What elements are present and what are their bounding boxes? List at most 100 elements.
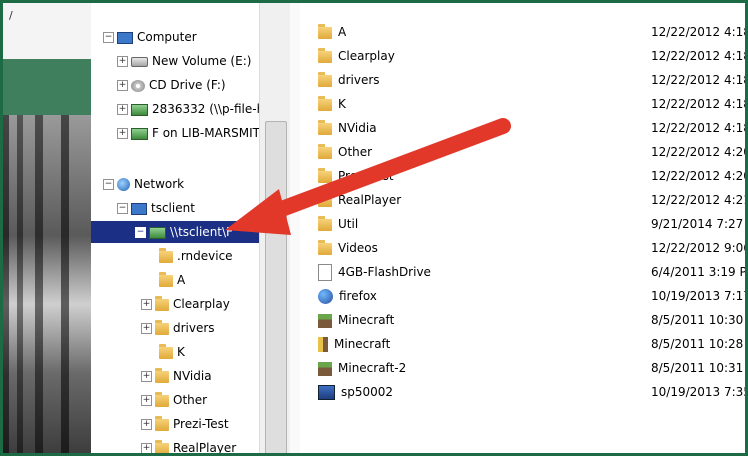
tree-item-tsclient-f-selected[interactable]: − \\tsclient\F [91, 221, 259, 243]
folder-icon [318, 167, 332, 183]
file-row[interactable]: drivers 12/22/2012 4:18 [300, 68, 748, 92]
tree-item-child[interactable]: + drivers [141, 317, 215, 339]
green-band [3, 59, 91, 115]
expand-icon[interactable]: + [141, 371, 152, 382]
tree-item-child[interactable]: A [159, 269, 185, 291]
expand-icon[interactable]: + [117, 56, 128, 67]
file-row[interactable]: firefox 10/19/2013 7:17 [300, 284, 745, 308]
file-name-cell[interactable]: 4GB-FlashDrive [318, 260, 431, 284]
screenshot-frame: / − Computer + New Volume (E:) + CD Drive (… [0, 0, 748, 456]
file-row[interactable]: A 12/22/2012 4:18 [300, 20, 745, 44]
file-name: drivers [338, 73, 380, 87]
date-modified-cell: 12/22/2012 4:18 [651, 73, 748, 87]
tree-item-cd-drive[interactable]: + CD Drive (F:) [117, 74, 226, 96]
firefox-shortcut-icon [318, 289, 333, 304]
file-name-cell[interactable]: sp50002 [318, 380, 393, 404]
expand-icon[interactable]: + [117, 128, 128, 139]
file-row[interactable]: K 12/22/2012 4:18 [300, 92, 745, 116]
collapse-icon[interactable]: − [103, 32, 114, 43]
file-row[interactable]: Minecraft 8/5/2011 10:30 A [300, 308, 745, 332]
network-drive-icon [131, 127, 148, 140]
file-row[interactable]: Minecraft-2 8/5/2011 10:31 A [300, 356, 745, 380]
tree-item-child[interactable]: + Prezi-Test [141, 413, 229, 435]
file-name: firefox [339, 289, 377, 303]
file-name-cell[interactable]: NVidia [318, 116, 377, 140]
file-name-cell[interactable]: Videos [318, 236, 378, 260]
file-row[interactable]: RealPlayer 12/22/2012 4:21 [300, 188, 745, 212]
navigation-tree[interactable]: − Computer + New Volume (E:) + CD Drive (F:… [91, 3, 259, 453]
date-modified-cell: 12/22/2012 4:20 [651, 145, 748, 159]
file-name-cell[interactable]: Minecraft [318, 308, 394, 332]
file-list[interactable]: A 12/22/2012 4:18 Clearplay 12/22/2012 4:18… [300, 3, 748, 453]
tree-item-label: Computer [137, 30, 197, 44]
folder-icon [155, 319, 169, 335]
tree-item-child[interactable]: + RealPlayer [141, 437, 236, 453]
pane-splitter[interactable] [290, 3, 300, 453]
file-name-cell[interactable]: K [318, 92, 346, 116]
expand-icon[interactable]: + [117, 104, 128, 115]
folder-icon [318, 47, 332, 63]
file-row[interactable]: Clearplay 12/22/2012 4:18 [300, 44, 745, 68]
file-row[interactable]: NVidia 12/22/2012 4:18 [300, 116, 745, 140]
expand-icon[interactable]: + [141, 323, 152, 334]
network-drive-icon [131, 103, 148, 116]
tree-item-label: drivers [173, 321, 215, 335]
file-row[interactable]: 4GB-FlashDrive 6/4/2011 3:19 PM [300, 260, 745, 284]
file-name-cell[interactable]: firefox [318, 284, 377, 308]
file-name-cell[interactable]: RealPlayer [318, 188, 401, 212]
tree-item-network[interactable]: − Network [103, 173, 184, 195]
file-name: Minecraft-2 [338, 361, 407, 375]
tree-item-label: A [177, 273, 186, 287]
expand-icon[interactable]: + [141, 443, 152, 453]
file-row[interactable]: Prezi-Test 12/22/2012 4:20 [300, 164, 745, 188]
file-name: Minecraft [338, 313, 395, 327]
folder-icon [159, 247, 173, 263]
file-name: sp50002 [341, 385, 394, 399]
collapse-icon[interactable]: − [103, 179, 114, 190]
file-row[interactable]: Minecraft 8/5/2011 10:28 A [300, 332, 748, 356]
expand-icon[interactable]: + [141, 299, 152, 310]
file-name-cell[interactable]: A [318, 20, 346, 44]
cd-drive-icon [131, 79, 145, 92]
file-name-cell[interactable]: Clearplay [318, 44, 395, 68]
tree-item-computer[interactable]: − Computer [103, 26, 197, 48]
file-name-cell[interactable]: Other [318, 140, 372, 164]
collapse-icon[interactable]: − [135, 227, 146, 238]
tree-item-child[interactable]: + NVidia [141, 365, 212, 387]
tree-item-child[interactable]: .rndevice [159, 245, 233, 267]
tree-item-network-share[interactable]: +2836332 (\\p-file-h [117, 98, 259, 120]
file-name-cell[interactable]: Util [318, 212, 358, 236]
scrollbar-thumb[interactable] [265, 121, 287, 453]
tree-item-label: \\tsclient\F [170, 225, 233, 239]
file-row[interactable]: Other 12/22/2012 4:20 [300, 140, 748, 164]
file-name-cell[interactable]: Prezi-Test [318, 164, 394, 188]
folder-icon [318, 239, 332, 255]
file-row[interactable]: Videos 12/22/2012 9:06 [300, 236, 745, 260]
tree-scrollbar[interactable] [259, 3, 291, 453]
file-name-cell[interactable]: Minecraft-2 [318, 356, 406, 380]
file-row[interactable]: Util 9/21/2014 7:27 A [300, 212, 745, 236]
tree-item-label: NVidia [173, 369, 212, 383]
file-row[interactable]: sp50002 10/19/2013 7:35 [300, 380, 748, 404]
date-modified-cell: 10/19/2013 7:35 [651, 385, 748, 399]
tree-item-f-on-lib[interactable]: + F on LIB-MARSMITI [117, 122, 259, 144]
folder-icon [318, 143, 332, 159]
collapse-icon[interactable]: − [117, 203, 128, 214]
tree-item-label: New Volume (E:) [152, 54, 252, 68]
tree-item-child[interactable]: + Other [141, 389, 207, 411]
expand-icon[interactable]: + [141, 419, 152, 430]
folder-icon [155, 391, 169, 407]
tree-item-child[interactable]: + Clearplay [141, 293, 230, 315]
tree-item-child[interactable]: K [159, 341, 185, 363]
file-name-cell[interactable]: drivers [318, 68, 380, 92]
file-name-cell[interactable]: Minecraft [318, 332, 390, 356]
tree-item-new-volume[interactable]: + New Volume (E:) [117, 50, 251, 72]
expand-icon[interactable]: + [141, 395, 152, 406]
tree-item-tsclient[interactable]: − tsclient [117, 197, 195, 219]
tree-item-label: tsclient [151, 201, 195, 215]
file-name: Minecraft [334, 337, 391, 351]
date-modified-cell: 8/5/2011 10:28 A [651, 337, 748, 351]
file-name: Prezi-Test [338, 169, 394, 183]
file-name: K [338, 97, 346, 111]
expand-icon[interactable]: + [117, 80, 128, 91]
